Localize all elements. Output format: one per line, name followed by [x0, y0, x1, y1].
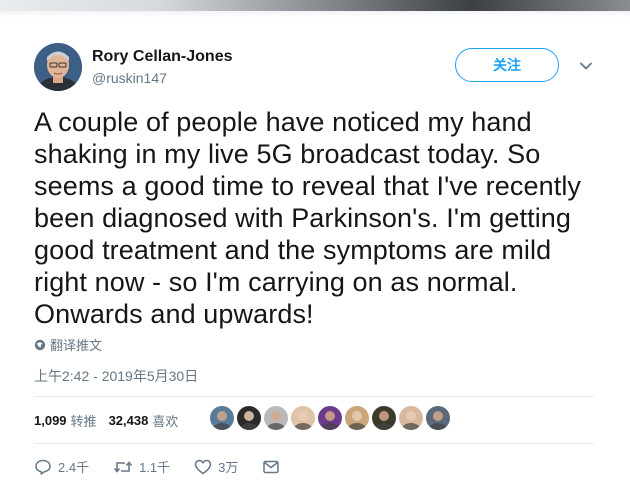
- liker-avatar[interactable]: [291, 406, 315, 430]
- liker-avatar[interactable]: [318, 406, 342, 430]
- chevron-down-icon[interactable]: [578, 58, 594, 74]
- retweet-icon: [113, 458, 133, 476]
- author-handle[interactable]: @ruskin147: [92, 70, 167, 86]
- author-avatar[interactable]: [34, 43, 82, 91]
- tweet-actions: 2.4千 1.1千 3万: [34, 457, 304, 476]
- follow-button[interactable]: 关注: [455, 48, 559, 82]
- liker-avatar[interactable]: [237, 406, 261, 430]
- envelope-icon: [262, 458, 280, 476]
- liker-avatar[interactable]: [426, 406, 450, 430]
- likes-label[interactable]: 喜欢: [152, 411, 178, 430]
- tweet-timestamp[interactable]: 上午2:42 - 2019年5月30日: [34, 366, 198, 386]
- header-image-strip: [0, 0, 630, 11]
- globe-icon: [34, 339, 46, 351]
- retweets-label[interactable]: 转推: [71, 411, 97, 430]
- heart-icon: [194, 458, 212, 476]
- likes-count[interactable]: 32,438: [109, 413, 149, 428]
- retweet-count: 1.1千: [139, 460, 171, 475]
- engagement-stats: 1,099 转推 32,438 喜欢: [34, 411, 178, 430]
- liker-avatar[interactable]: [399, 406, 423, 430]
- reply-icon: [34, 458, 52, 476]
- liker-avatars: [210, 406, 450, 430]
- author-name[interactable]: Rory Cellan-Jones: [92, 48, 232, 66]
- liker-avatar[interactable]: [372, 406, 396, 430]
- header-image-fade: [0, 11, 630, 17]
- reply-button[interactable]: 2.4千: [34, 457, 89, 476]
- divider-top: [34, 396, 594, 397]
- like-button[interactable]: 3万: [194, 457, 238, 476]
- liker-avatar[interactable]: [210, 406, 234, 430]
- liker-avatar[interactable]: [264, 406, 288, 430]
- direct-message-button[interactable]: [262, 458, 280, 476]
- divider-bottom: [34, 443, 594, 444]
- retweet-button[interactable]: 1.1千: [113, 457, 170, 476]
- reply-count: 2.4千: [58, 460, 90, 475]
- retweets-count[interactable]: 1,099: [34, 413, 67, 428]
- tweet-text: A couple of people have noticed my hand …: [34, 107, 582, 329]
- translate-tweet-link[interactable]: 翻译推文: [34, 335, 102, 354]
- like-count: 3万: [218, 460, 239, 475]
- translate-label: 翻译推文: [50, 338, 103, 353]
- liker-avatar[interactable]: [345, 406, 369, 430]
